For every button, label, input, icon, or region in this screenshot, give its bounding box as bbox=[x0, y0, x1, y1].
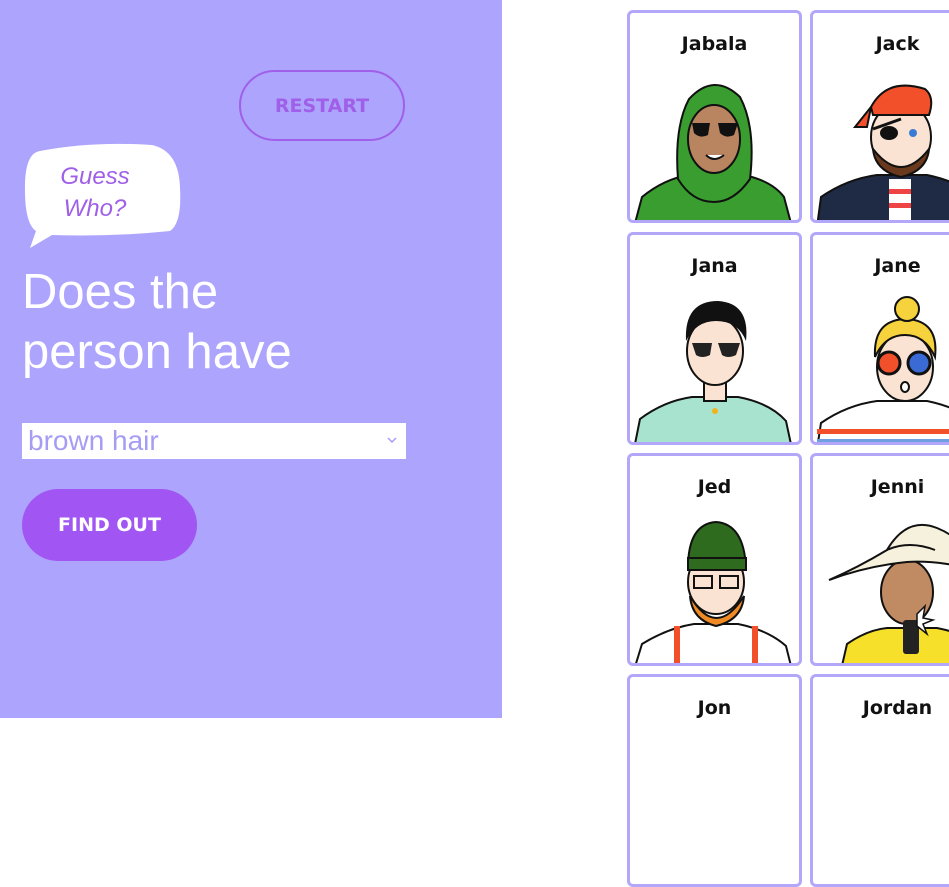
card-name: Jana bbox=[691, 255, 738, 277]
character-card-jordan[interactable]: Jordan bbox=[810, 674, 949, 887]
jed-portrait-icon bbox=[635, 520, 792, 663]
attribute-select-value: brown hair bbox=[28, 425, 159, 456]
jabala-portrait-icon bbox=[634, 84, 792, 220]
question-panel: RESTART Guess Who? Does the person have … bbox=[0, 0, 502, 718]
question-heading: Does the person have bbox=[22, 262, 292, 382]
character-card-jon[interactable]: Jon bbox=[627, 674, 802, 887]
card-name: Jed bbox=[697, 476, 732, 498]
logo-line-2: Who? bbox=[63, 195, 127, 222]
chevron-down-icon bbox=[386, 430, 400, 450]
question-line-1: Does the bbox=[22, 265, 219, 319]
find-out-button[interactable]: FIND OUT bbox=[22, 489, 197, 561]
card-name: Jon bbox=[697, 697, 732, 719]
character-card-jabala[interactable]: Jabala bbox=[627, 10, 802, 223]
card-name: Jabala bbox=[681, 33, 748, 55]
question-line-2: person have bbox=[22, 325, 292, 379]
character-card-jack[interactable]: Jack bbox=[810, 10, 949, 223]
character-card-jana[interactable]: Jana bbox=[627, 232, 802, 445]
card-name: Jenni bbox=[870, 476, 925, 498]
card-name: Jordan bbox=[862, 697, 933, 719]
guess-who-logo: Guess Who? bbox=[26, 161, 164, 225]
jana-portrait-icon bbox=[634, 301, 792, 442]
card-name: Jane bbox=[874, 255, 921, 277]
character-card-jenni[interactable]: Jenni bbox=[810, 453, 949, 666]
jack-portrait-icon bbox=[817, 84, 949, 220]
logo-line-1: Guess bbox=[60, 163, 130, 190]
jane-portrait-icon bbox=[817, 296, 949, 442]
jenni-portrait-icon bbox=[828, 523, 949, 663]
character-card-jed[interactable]: Jed bbox=[627, 453, 802, 666]
card-name: Jack bbox=[875, 33, 920, 55]
character-card-jane[interactable]: Jane bbox=[810, 232, 949, 445]
attribute-select[interactable]: brown hair bbox=[22, 423, 406, 459]
restart-button[interactable]: RESTART bbox=[239, 70, 405, 141]
